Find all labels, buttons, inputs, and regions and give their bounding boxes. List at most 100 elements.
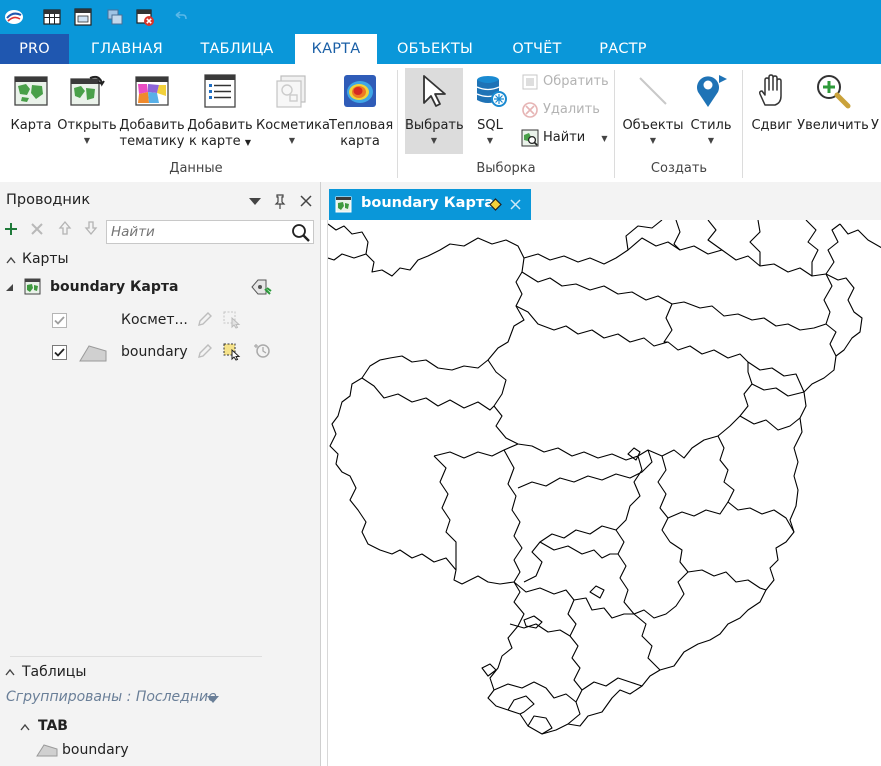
dropdown-arrow-icon[interactable] <box>248 197 262 207</box>
edit-pencil-icon[interactable] <box>196 310 214 328</box>
collapse-arrow-icon[interactable] <box>6 255 16 265</box>
remove-icon[interactable] <box>26 220 48 242</box>
close-table-icon[interactable] <box>135 7 155 27</box>
tab-map[interactable]: КАРТА <box>295 34 377 66</box>
collapse-arrow-icon[interactable] <box>20 722 30 732</box>
style-button[interactable]: Стиль ▼ <box>688 64 734 159</box>
ribbon: Карта Открыть ▼ Добавить тематику Добави… <box>0 64 881 183</box>
selectable-icon[interactable] <box>222 341 242 361</box>
find-button[interactable]: Найти ▼ <box>521 127 608 149</box>
delete-icon <box>521 101 539 119</box>
tab-group-label[interactable]: TAB <box>38 718 68 734</box>
map-tree-item[interactable]: boundary Карта <box>50 279 178 295</box>
chevron-down-icon: ▼ <box>288 136 296 145</box>
close-icon[interactable] <box>300 195 312 207</box>
map-region-outline <box>433 455 457 570</box>
sql-button[interactable]: SQL ▼ <box>466 64 514 159</box>
invert-selection-button[interactable]: Обратить <box>521 71 609 93</box>
chevron-down-icon: ▼ <box>430 136 438 145</box>
heat-map-button[interactable]: Тепловая карта <box>329 64 393 159</box>
map-window-icon <box>24 278 41 295</box>
open-button[interactable]: Открыть ▼ <box>56 64 118 159</box>
document-tab[interactable]: boundary Карта <box>329 189 531 220</box>
map-region-outline <box>567 599 583 725</box>
map-region-outline <box>589 585 605 599</box>
grouping-selector[interactable]: Сгруппированы : Последние <box>6 689 217 705</box>
boundary-layer-checkbox[interactable] <box>52 345 67 360</box>
add-theme-label-line2: тематику <box>119 134 185 149</box>
chevron-down-icon[interactable] <box>206 695 220 704</box>
maps-section-header[interactable]: Карты <box>22 251 69 267</box>
layers-icon[interactable] <box>105 7 125 27</box>
explorer-search <box>106 220 314 244</box>
add-to-map-button[interactable]: Добавить к карте ▼ <box>187 64 253 159</box>
map-region-outline <box>539 541 618 559</box>
new-map-button[interactable]: Карта <box>8 64 54 159</box>
hand-icon <box>759 74 782 106</box>
tab-table[interactable]: ТАБЛИЦА <box>186 34 288 64</box>
region-layer-icon <box>36 744 58 757</box>
style-label: Стиль <box>690 118 732 133</box>
boundary-layer-label[interactable]: boundary <box>121 344 188 360</box>
tab-home[interactable]: ГЛАВНАЯ <box>80 34 174 64</box>
map-region-outline <box>669 541 767 591</box>
map-region-outline <box>481 663 497 677</box>
zoom-in-label: Увеличить <box>797 118 869 133</box>
open-label: Открыть <box>57 118 117 133</box>
add-to-map-label-line2: к карте ▼ <box>187 134 253 151</box>
tree-expanded-icon[interactable] <box>5 283 14 292</box>
line-tool-icon <box>639 77 667 105</box>
close-icon[interactable] <box>510 199 521 210</box>
move-up-icon[interactable] <box>54 220 76 242</box>
map-region-outline <box>839 223 881 249</box>
move-down-icon[interactable] <box>80 220 102 242</box>
selection-group-label: Выборка <box>476 161 536 176</box>
edit-pencil-icon[interactable] <box>196 342 214 360</box>
cosmetic-layer-checkbox[interactable] <box>52 313 67 328</box>
zoom-out-label: У <box>871 118 879 133</box>
map-icon <box>14 76 48 106</box>
zoom-in-icon <box>817 75 851 109</box>
table-item[interactable]: boundary <box>62 742 129 758</box>
zoom-out-button[interactable]: У <box>869 64 881 159</box>
data-group-label: Данные <box>169 161 223 176</box>
pin-icon[interactable] <box>274 194 286 210</box>
map-canvas[interactable] <box>327 220 881 766</box>
map-region-outline <box>581 677 643 691</box>
delete-selection-button[interactable]: Удалить <box>521 99 600 121</box>
chevron-down-icon: ▼ <box>486 136 494 145</box>
pan-button[interactable]: Сдвиг <box>749 64 795 159</box>
table-icon[interactable] <box>42 7 62 27</box>
tab-pro[interactable]: PRO <box>0 34 69 64</box>
boundary-map[interactable] <box>328 220 881 766</box>
find-map-icon <box>521 129 539 147</box>
app-logo-icon[interactable] <box>4 7 24 27</box>
zoom-in-button[interactable]: Увеличить <box>797 64 869 159</box>
map-region-outline <box>517 449 653 489</box>
zoom-range-icon[interactable] <box>252 341 272 361</box>
window-icon[interactable] <box>73 7 93 27</box>
tab-raster[interactable]: РАСТР <box>588 34 658 64</box>
map-window-icon <box>335 196 352 213</box>
chevron-down-icon: ▼ <box>707 136 715 145</box>
tab-objects[interactable]: ОБЪЕКТЫ <box>384 34 486 64</box>
collapse-arrow-icon[interactable] <box>5 667 15 677</box>
tables-section-header[interactable]: Таблицы <box>22 664 86 680</box>
select-button[interactable]: Выбрать ▼ <box>405 68 464 154</box>
objects-button[interactable]: Объекты ▼ <box>620 64 686 159</box>
add-theme-button[interactable]: Добавить тематику <box>119 64 185 159</box>
add-icon[interactable] <box>0 220 22 242</box>
selectable-icon[interactable] <box>222 309 242 329</box>
add-theme-label: Добавить тематику <box>119 118 185 150</box>
cosmetic-layer-label[interactable]: Космет... <box>121 312 188 328</box>
layer-control-icon[interactable] <box>250 277 272 297</box>
map-region-outline <box>523 220 663 265</box>
search-input[interactable] <box>107 221 287 243</box>
select-label: Выбрать <box>405 118 464 133</box>
search-icon[interactable] <box>291 223 311 243</box>
pin-diamond-icon[interactable] <box>489 198 502 211</box>
cosmetic-button[interactable]: Косметика ▼ <box>256 64 330 159</box>
tab-report[interactable]: ОТЧЁТ <box>497 34 577 64</box>
undo-icon[interactable] <box>170 7 190 27</box>
find-label: Найти <box>543 130 586 145</box>
